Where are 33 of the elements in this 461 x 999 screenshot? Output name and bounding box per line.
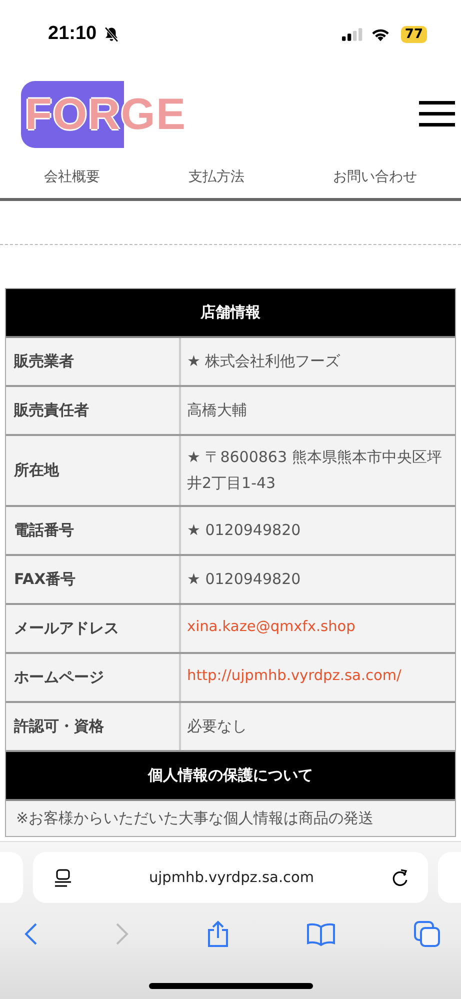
- table-heading: 個人情報の保護について: [6, 752, 455, 800]
- share-icon[interactable]: [206, 920, 230, 948]
- table-label-cell: 許認可・資格: [6, 702, 181, 750]
- table-cell-text: ★ 〒8600863 熊本県熊本市中央区坪井2丁目1-43: [186, 447, 443, 494]
- reader-icon: [53, 868, 73, 888]
- table-label-cell: 販売責任者: [6, 387, 181, 434]
- nav-link[interactable]: 支払方法: [188, 168, 244, 186]
- table-cell-text: ★ 0120949820: [186, 520, 302, 541]
- table-label-cell: 所在地: [6, 436, 181, 504]
- privacy-text: ※お客様からいただいた大事な個人情報は商品の発送: [15, 808, 375, 828]
- url-text: ujpmhb.vyrdpz.sa.com: [148, 870, 314, 886]
- signal-icon: [342, 28, 364, 40]
- menu-icon[interactable]: [419, 101, 455, 127]
- table-label-cell: FAX番号: [6, 556, 181, 602]
- nav-link[interactable]: 会社概要: [44, 168, 100, 186]
- table-cell-text: 必要なし: [186, 716, 248, 737]
- wifi-icon: [370, 26, 391, 42]
- address-bar[interactable]: ujpmhb.vyrdpz.sa.com: [33, 852, 428, 903]
- table-cell-text: ★ 0120949820: [186, 568, 302, 590]
- table-label-cell: ホームページ: [6, 654, 181, 700]
- muted-bell-icon: [102, 26, 120, 42]
- status-time: 21:10: [48, 23, 97, 45]
- table-label-cell: 販売業者: [6, 338, 181, 385]
- battery-indicator: 77: [400, 26, 427, 42]
- table-label-cell: 電話番号: [6, 506, 181, 554]
- tabs-icon[interactable]: [413, 920, 441, 948]
- table-cell-text: 高橋大輔: [186, 400, 248, 422]
- table-heading: 店舗情報: [6, 289, 455, 338]
- table-label-cell: メールアドレス: [6, 604, 181, 652]
- back-icon[interactable]: [24, 922, 38, 946]
- book-icon[interactable]: [306, 922, 336, 946]
- nav-link[interactable]: お問い合わせ: [332, 168, 417, 186]
- table-cell-text: ★ 株式会社利他フーズ: [186, 351, 342, 372]
